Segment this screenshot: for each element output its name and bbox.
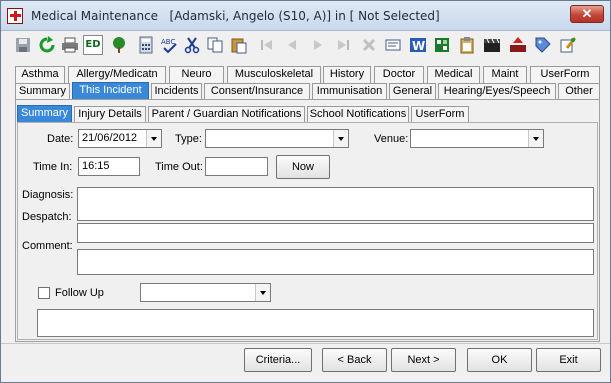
svg-text:W: W: [412, 39, 425, 53]
svg-text:ABC: ABC: [161, 38, 175, 46]
back-button[interactable]: < Back: [322, 348, 387, 372]
now-button[interactable]: Now: [276, 155, 330, 179]
date-value: 21/06/2012: [82, 132, 138, 144]
date-label: Date:: [47, 133, 74, 145]
tab-allergy-medication[interactable]: Allergy/Medicatn: [68, 66, 166, 83]
tab-other[interactable]: Other: [558, 83, 600, 100]
medical-cross-icon: [7, 8, 23, 24]
chevron-down-icon[interactable]: [255, 284, 270, 301]
tab-immunisation[interactable]: Immunisation: [312, 83, 387, 100]
print-icon[interactable]: [60, 35, 80, 55]
first-icon[interactable]: [257, 35, 277, 55]
window-title: Medical Maintenance [Adamski, Angelo (S1…: [31, 9, 440, 23]
venue-select[interactable]: [410, 129, 544, 148]
next-icon[interactable]: [308, 35, 328, 55]
medical-maintenance-window: Medical Maintenance [Adamski, Angelo (S1…: [0, 0, 611, 383]
subtab-userform[interactable]: UserForm: [411, 106, 469, 123]
venue-label: Venue:: [374, 133, 409, 145]
diagnosis-field[interactable]: [77, 187, 594, 221]
tab-hearing-eyes-speech[interactable]: Hearing/Eyes/Speech: [438, 83, 556, 100]
tab-neuro[interactable]: Neuro: [169, 66, 224, 83]
chevron-down-icon[interactable]: [333, 130, 348, 147]
time-in-label: Time In:: [33, 161, 73, 173]
toolbar: ED ABC W: [1, 33, 610, 59]
grid-icon[interactable]: [432, 35, 452, 55]
tag-icon[interactable]: [533, 35, 553, 55]
tab-this-incident[interactable]: This Incident: [72, 82, 149, 100]
comment-field[interactable]: [77, 249, 594, 275]
tab-incidents[interactable]: Incidents: [151, 83, 202, 100]
next-button[interactable]: Next >: [391, 348, 456, 372]
tab-userform[interactable]: UserForm: [530, 66, 600, 83]
last-icon[interactable]: [333, 35, 353, 55]
prev-icon[interactable]: [282, 35, 302, 55]
close-button[interactable]: ✕: [570, 5, 604, 23]
title-bar: Medical Maintenance [Adamski, Angelo (S1…: [1, 1, 610, 31]
tab-maint[interactable]: Maint: [483, 66, 527, 83]
save-icon[interactable]: [13, 35, 33, 55]
cut-icon[interactable]: [182, 35, 202, 55]
tab-history[interactable]: History: [323, 66, 371, 83]
follow-up-select[interactable]: [140, 283, 271, 302]
time-out-field[interactable]: [205, 157, 268, 176]
paste-icon[interactable]: [229, 35, 249, 55]
delete-icon[interactable]: [359, 35, 379, 55]
window-title-context: [Adamski, Angelo (S10, A)] in [ Not Sele…: [169, 9, 440, 23]
chevron-down-icon[interactable]: [146, 130, 161, 147]
subtab-injury-details[interactable]: Injury Details: [74, 106, 146, 123]
tab-musculoskeletal[interactable]: Musculoskeletal: [227, 66, 321, 83]
tab-medical[interactable]: Medical: [427, 66, 480, 83]
word-icon[interactable]: W: [408, 35, 428, 55]
subtab-parent-guardian-notifications[interactable]: Parent / Guardian Notifications: [148, 106, 305, 123]
tab-asthma[interactable]: Asthma: [15, 66, 65, 83]
despatch-label: Despatch:: [22, 211, 72, 223]
edit-icon[interactable]: [558, 35, 578, 55]
chevron-down-icon[interactable]: [528, 130, 543, 147]
clapper-icon[interactable]: [482, 35, 502, 55]
date-field[interactable]: 21/06/2012: [78, 129, 162, 148]
export-icon[interactable]: [508, 35, 528, 55]
tab-general[interactable]: General: [389, 83, 436, 100]
comment-label: Comment:: [22, 240, 73, 252]
tab-doctor[interactable]: Doctor: [374, 66, 424, 83]
exit-button[interactable]: Exit: [536, 348, 601, 372]
message-icon[interactable]: [383, 35, 403, 55]
tab-consent-insurance[interactable]: Consent/Insurance: [204, 83, 310, 100]
copy-icon[interactable]: [205, 35, 225, 55]
follow-up-label: Follow Up: [55, 287, 104, 299]
diagnosis-label: Diagnosis:: [22, 189, 74, 201]
calculator-icon[interactable]: [136, 35, 156, 55]
tree-icon[interactable]: [109, 35, 129, 55]
subtab-summary[interactable]: Summary: [17, 105, 72, 122]
spellcheck-icon[interactable]: ABC: [159, 35, 179, 55]
subtab-school-notifications[interactable]: School Notifications: [307, 106, 409, 123]
footer-divider: [1, 343, 610, 344]
type-label: Type:: [175, 133, 202, 145]
ed-icon[interactable]: ED: [83, 35, 103, 55]
type-select[interactable]: [205, 129, 349, 148]
ok-button[interactable]: OK: [467, 348, 532, 372]
refresh-icon[interactable]: [37, 35, 57, 55]
criteria-button[interactable]: Criteria...: [244, 348, 312, 372]
follow-up-checkbox[interactable]: [38, 287, 50, 299]
follow-up-notes-field[interactable]: [37, 309, 594, 337]
clipboard-icon[interactable]: [457, 35, 477, 55]
window-title-app: Medical Maintenance: [31, 9, 159, 23]
tab-summary[interactable]: Summary: [15, 83, 70, 100]
time-in-field[interactable]: 16:15: [78, 157, 140, 176]
despatch-field[interactable]: [77, 223, 594, 243]
time-out-label: Time Out:: [155, 161, 203, 173]
